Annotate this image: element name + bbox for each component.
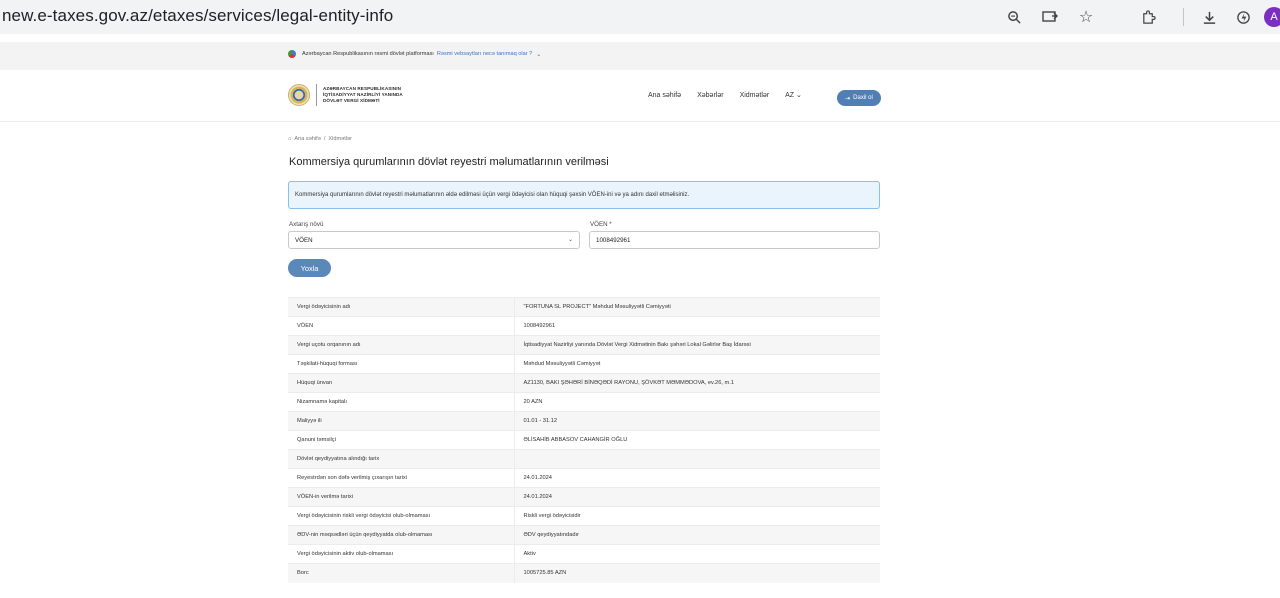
row-label: ƏDV-nin məqsədləri üçün qeydiyyatda olub… — [288, 525, 514, 545]
chevron-down-icon: ⌄ — [567, 237, 573, 243]
table-row: Vergi uçotu orqanının adı İqtisadiyyat Na… — [288, 335, 880, 355]
row-value: Aktiv — [513, 544, 880, 564]
table-row: Təşkilati-hüquqi forması Məhdud Məsuliyyə… — [288, 354, 880, 374]
row-label: Vergi uçotu orqanının adı — [288, 335, 514, 355]
home-icon[interactable]: ⌂ — [288, 136, 291, 142]
info-message: Kommersiya qurumlarının dövlət reyestri … — [288, 181, 880, 209]
row-value: 20 AZN — [513, 392, 880, 412]
table-row: Vergi ödəyicisinin adı "FORTUNA SL PROJEC… — [288, 297, 880, 317]
nav-item-news[interactable]: Xəbərlər — [697, 92, 723, 99]
site-logo[interactable]: AZƏRBAYCAN RESPUBLİKASININ İQTİSADİYYAT … — [288, 84, 403, 106]
row-label: Təşkilati-hüquqi forması — [288, 354, 514, 374]
main-nav: Ana səhifə Xəbərlər Xidmətlər AZ ⌄ — [648, 91, 820, 100]
table-row: ƏDV-nin məqsədləri üçün qeydiyyatda olub… — [288, 525, 880, 545]
emblem-icon — [288, 84, 310, 106]
voen-label: VÖEN * — [590, 221, 612, 228]
row-value: 24.01.2024 — [513, 468, 880, 488]
nav-item-home[interactable]: Ana səhifə — [648, 92, 681, 99]
login-icon: ⇥ — [845, 95, 851, 102]
row-value: ƏDV qeydiyyatındadır — [513, 525, 880, 545]
row-label: VÖEN-in verilmə tarixi — [288, 487, 514, 507]
row-label: Maliyyə ili — [288, 411, 514, 431]
row-label: Borc — [288, 563, 514, 583]
table-row: VÖEN-in verilmə tarixi 24.01.2024 — [288, 487, 880, 507]
voen-input[interactable]: 1008492961 — [589, 231, 880, 249]
row-value: 1005725.85 AZN — [513, 563, 880, 583]
table-row: Qanuni təmsilçi ƏLİSAHİB ABBASOV CAHANGİR… — [288, 430, 880, 450]
gov-banner: Azərbaycan Respublikasının rəsmi dövlət … — [0, 42, 1280, 70]
row-label: VÖEN — [288, 316, 514, 336]
row-label: Vergi ödəyicisinin adı — [288, 297, 514, 317]
address-bar[interactable]: new.e-taxes.gov.az/etaxes/services/legal… — [2, 6, 393, 26]
row-label: Dövlət qeydiyyatına alındığı tarix — [288, 449, 514, 469]
row-label: Reyestrdən son dəfə verilmiş çıxarışın t… — [288, 468, 514, 488]
row-value: 1008492961 — [513, 316, 880, 336]
gov-banner-text: Azərbaycan Respublikasının rəsmi dövlət … — [302, 51, 434, 57]
row-value: Riskli vergi ödəyicisidir — [513, 506, 880, 526]
language-select[interactable]: AZ ⌄ — [785, 91, 802, 99]
toolbar-divider — [1183, 8, 1184, 26]
flag-icon — [288, 50, 296, 58]
performance-icon[interactable] — [1232, 6, 1254, 28]
login-button[interactable]: ⇥ Daxil ol — [837, 90, 881, 106]
logo-text: AZƏRBAYCAN RESPUBLİKASININ İQTİSADİYYAT … — [323, 86, 403, 103]
row-value: "FORTUNA SL PROJECT" Məhdud Məsuliyyətli… — [513, 297, 880, 317]
zoom-icon[interactable] — [1003, 6, 1025, 28]
install-app-icon[interactable] — [1039, 6, 1061, 28]
row-label: Hüquqi ünvan — [288, 373, 514, 393]
row-label: Nizamnamə kapitalı — [288, 392, 514, 412]
row-value: 24.01.2024 — [513, 487, 880, 507]
download-icon[interactable] — [1198, 6, 1220, 28]
nav-item-services[interactable]: Xidmətlər — [740, 92, 770, 99]
table-row: Nizamnamə kapitalı 20 AZN — [288, 392, 880, 412]
logo-divider — [316, 84, 317, 106]
table-row: Borc 1005725.85 AZN — [288, 563, 880, 583]
extensions-icon[interactable] — [1137, 6, 1159, 28]
row-label: Vergi ödəyicisinin riskli vergi ödəyicis… — [288, 506, 514, 526]
browser-actions: ☆ A — [1003, 0, 1280, 34]
results-table: Vergi ödəyicisinin adı "FORTUNA SL PROJEC… — [288, 297, 880, 583]
gov-banner-link[interactable]: Rəsmi vebsaytları necə tanımaq olar ? — [437, 51, 532, 57]
breadcrumb-home[interactable]: Ana səhifə — [294, 136, 320, 142]
search-type-label: Axtarış növü — [289, 221, 324, 228]
row-value: ƏLİSAHİB ABBASOV CAHANGİR OĞLU — [513, 430, 880, 450]
check-button[interactable]: Yoxla — [288, 259, 331, 277]
row-value: İqtisadiyyat Nazirliyi yanında Dövlət Ve… — [513, 335, 880, 355]
breadcrumb: ⌂ Ana səhifə / Xidmətlər — [288, 136, 352, 142]
row-value: 01.01 - 31.12 — [513, 411, 880, 431]
chevron-down-icon: ⌄ — [796, 92, 802, 99]
site-header: AZƏRBAYCAN RESPUBLİKASININ İQTİSADİYYAT … — [0, 72, 1280, 122]
row-value: Məhdud Məsuliyyətli Cəmiyyət — [513, 354, 880, 374]
table-row: Vergi ödəyicisinin aktiv olub-olmaması Ak… — [288, 544, 880, 564]
table-row: Vergi ödəyicisinin riskli vergi ödəyicis… — [288, 506, 880, 526]
row-label: Vergi ödəyicisinin aktiv olub-olmaması — [288, 544, 514, 564]
table-row: Reyestrdən son dəfə verilmiş çıxarışın t… — [288, 468, 880, 488]
table-row: Hüquqi ünvan AZ1130, BAKI ŞƏHƏRİ BİNƏQƏDİ… — [288, 373, 880, 393]
browser-toolbar: new.e-taxes.gov.az/etaxes/services/legal… — [0, 0, 1280, 34]
table-row: Dövlət qeydiyyatına alındığı tarix — [288, 449, 880, 469]
bookmark-star-icon[interactable]: ☆ — [1075, 6, 1097, 28]
profile-avatar[interactable]: A — [1264, 7, 1280, 27]
breadcrumb-current: Xidmətlər — [328, 136, 353, 142]
table-row: Maliyyə ili 01.01 - 31.12 — [288, 411, 880, 431]
row-value: AZ1130, BAKI ŞƏHƏRİ BİNƏQƏDİ RAYONU, ŞÖV… — [513, 373, 880, 393]
page-title: Kommersiya qurumlarının dövlət reyestri … — [289, 156, 609, 168]
row-label: Qanuni təmsilçi — [288, 430, 514, 450]
search-type-select[interactable]: VÖEN ⌄ — [288, 231, 580, 249]
table-row: VÖEN 1008492961 — [288, 316, 880, 336]
row-value — [513, 449, 880, 469]
chevron-down-icon[interactable]: ⌄ — [536, 51, 541, 58]
breadcrumb-separator: / — [323, 136, 326, 142]
results-body: Vergi ödəyicisinin adı "FORTUNA SL PROJEC… — [288, 297, 880, 583]
